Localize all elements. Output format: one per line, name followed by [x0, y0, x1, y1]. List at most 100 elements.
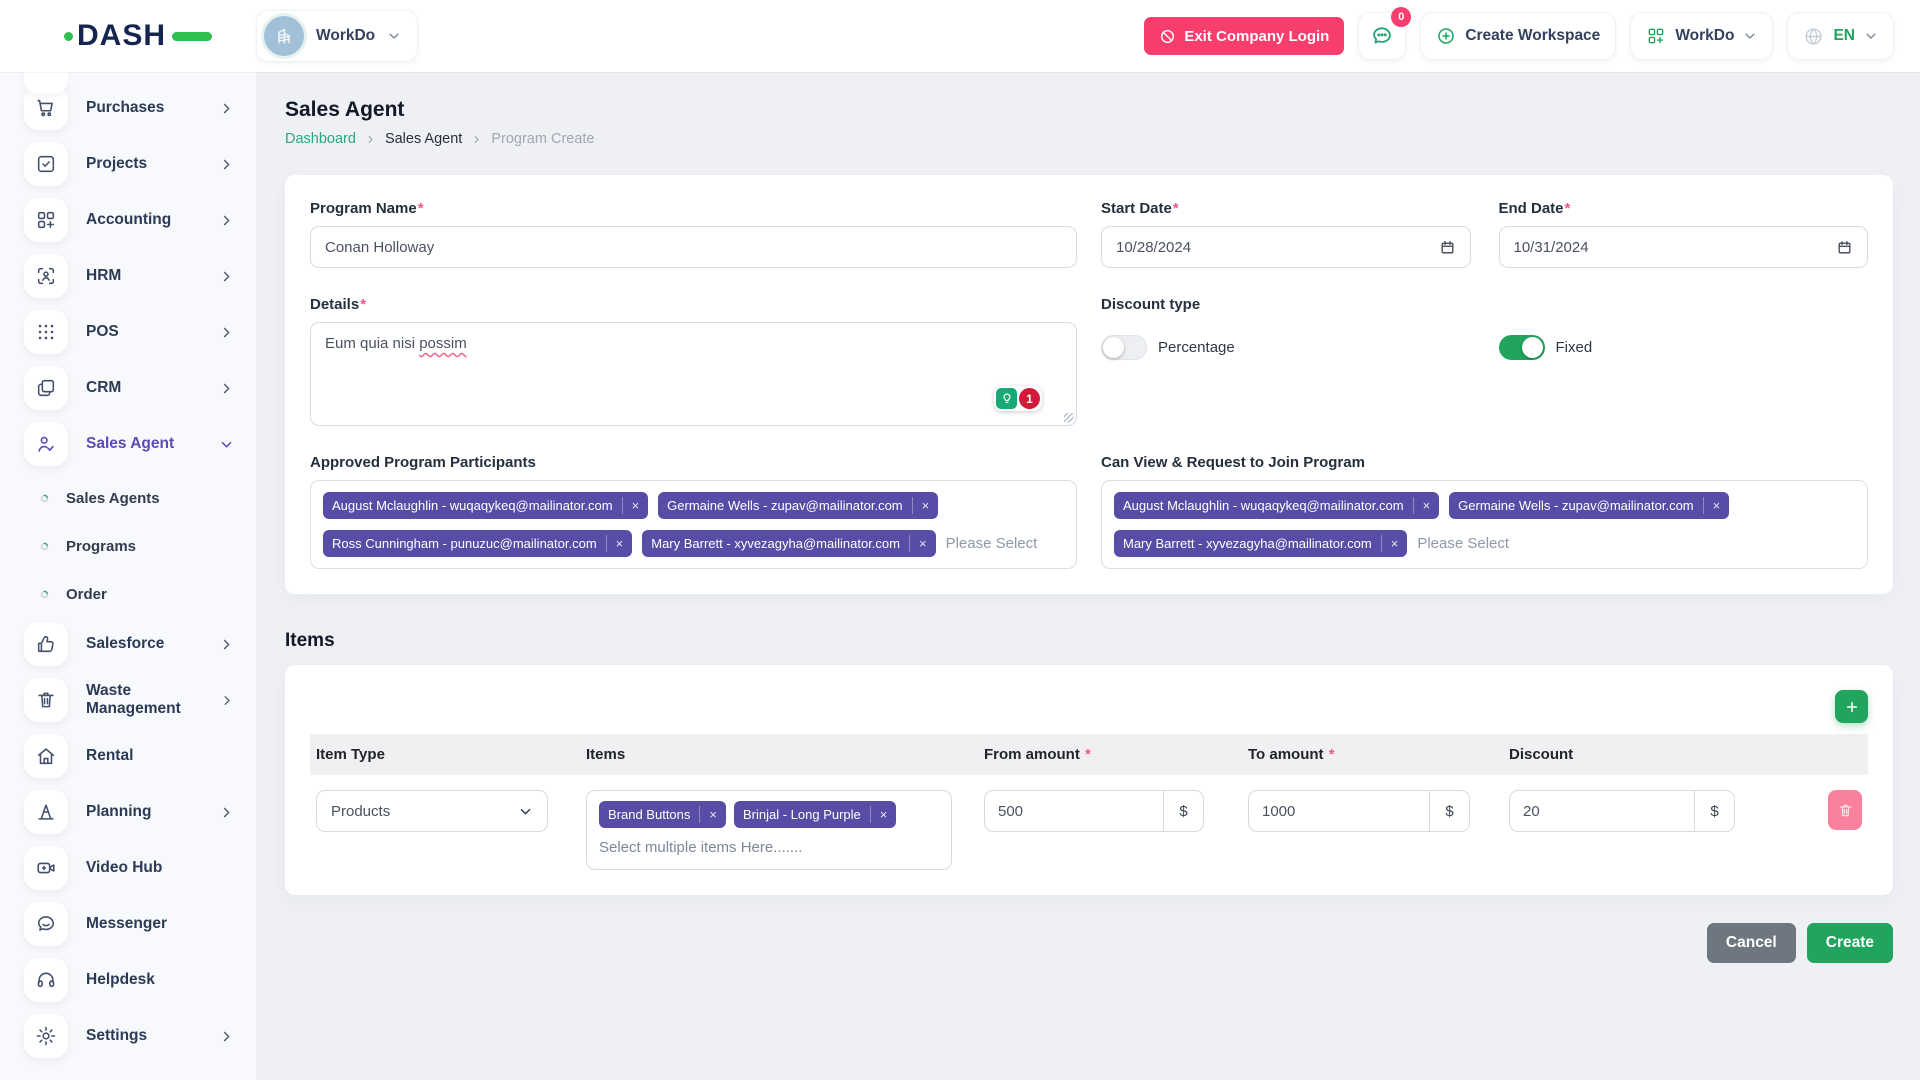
remove-tag-icon[interactable]: × — [1381, 535, 1399, 552]
calendar-icon[interactable] — [1439, 239, 1456, 256]
exit-button-label: Exit Company Login — [1184, 28, 1329, 45]
calendar-icon[interactable] — [1836, 239, 1853, 256]
toggle-switch[interactable] — [1101, 335, 1147, 360]
discount-input[interactable]: 20 — [1510, 791, 1694, 831]
sidebar-item[interactable]: Helpdesk — [24, 958, 238, 1002]
sidebar-item-label: Helpdesk — [86, 971, 155, 989]
start-date-input[interactable]: 10/28/2024 — [1101, 226, 1471, 268]
program-name-input[interactable]: Conan Holloway — [310, 226, 1077, 268]
sidebar-item[interactable]: Sales Agent — [24, 422, 238, 466]
ban-icon — [1159, 28, 1176, 45]
suggestion-bulb-icon[interactable] — [996, 388, 1017, 409]
suggestions-count-badge[interactable]: 1 — [1019, 388, 1040, 409]
discount-type-toggle[interactable]: Fixed — [1499, 335, 1869, 360]
sidebar-item[interactable]: Rental — [24, 734, 238, 778]
sidebar-item[interactable]: Sales Agents — [24, 478, 238, 518]
can-view-select[interactable]: August Mclaughlin - wuqaqykeq@mailinator… — [1101, 480, 1868, 569]
sidebar-item[interactable]: Programs — [24, 526, 238, 566]
discount-type-options: Percentage Fixed — [1101, 335, 1868, 360]
remove-tag-icon[interactable]: × — [622, 497, 640, 514]
add-item-row-button[interactable] — [1835, 690, 1868, 723]
sidebar-item-label: Planning — [86, 803, 151, 821]
tag-label: Mary Barrett - xyvezagyha@mailinator.com — [1123, 535, 1372, 552]
required-mark: * — [1085, 746, 1091, 763]
sidebar-item[interactable]: Salesforce — [24, 622, 238, 666]
required-mark: * — [418, 200, 424, 217]
sidebar-item[interactable]: Messenger — [24, 902, 238, 946]
create-button[interactable]: Create — [1807, 923, 1893, 963]
item-row: Products Brand Buttons × Brinjal - Long P… — [310, 790, 1868, 870]
remove-tag-icon[interactable]: × — [606, 535, 624, 552]
end-date-field: End Date* 10/31/2024 — [1499, 200, 1869, 268]
select-placeholder: Please Select — [946, 535, 1038, 552]
exit-company-login-button[interactable]: Exit Company Login — [1144, 17, 1344, 55]
language-selector[interactable]: EN — [1787, 12, 1894, 60]
approved-participants-label: Approved Program Participants — [310, 454, 1077, 471]
sidebar-item[interactable]: Video Hub — [24, 846, 238, 890]
chevron-icon — [219, 805, 234, 820]
sidebar-item[interactable]: Projects — [24, 142, 238, 186]
item-tag: Brinjal - Long Purple× — [734, 801, 896, 828]
sidebar-item[interactable]: Planning — [24, 790, 238, 834]
sidebar-item-label: Order — [66, 586, 107, 603]
language-label: EN — [1833, 27, 1855, 45]
app-logo[interactable]: DASH — [0, 19, 256, 53]
sidebar-item-label: Projects — [86, 155, 147, 173]
breadcrumb-sales-agent[interactable]: Sales Agent — [385, 131, 462, 147]
chevron-icon — [219, 157, 234, 172]
discount-type-toggle[interactable]: Percentage — [1101, 335, 1471, 360]
workspace-menu[interactable]: WorkDo — [1630, 12, 1773, 60]
start-date-value: 10/28/2024 — [1116, 239, 1191, 256]
toggle-switch[interactable] — [1499, 335, 1545, 360]
tag-label: Germaine Wells - zupav@mailinator.com — [667, 497, 902, 514]
company-switcher[interactable]: WorkDo — [256, 10, 418, 62]
approved-participants-select[interactable]: August Mclaughlin - wuqaqykeq@mailinator… — [310, 480, 1077, 569]
remove-tag-icon[interactable]: × — [909, 535, 927, 552]
remove-tag-icon[interactable]: × — [1703, 497, 1721, 514]
chat-dots-icon — [1370, 24, 1394, 48]
cancel-button[interactable]: Cancel — [1707, 923, 1796, 963]
tag-label: August Mclaughlin - wuqaqykeq@mailinator… — [1123, 497, 1404, 514]
breadcrumb: Dashboard Sales Agent Program Create — [285, 131, 1893, 147]
start-date-field: Start Date* 10/28/2024 — [1101, 200, 1471, 268]
sidebar-item[interactable]: Order — [24, 574, 238, 614]
breadcrumb-separator-icon — [471, 134, 482, 145]
tag-label: Brand Buttons — [608, 806, 690, 823]
remove-tag-icon[interactable]: × — [699, 806, 717, 823]
details-textarea[interactable]: Eum quia nisi possim 1 — [310, 322, 1077, 426]
from-amount-input[interactable]: 500 — [985, 791, 1163, 831]
remove-tag-icon[interactable]: × — [912, 497, 930, 514]
chevron-icon — [220, 693, 234, 708]
trash-icon — [1837, 802, 1854, 819]
sidebar-item-label: HRM — [86, 267, 121, 285]
end-date-input[interactable]: 10/31/2024 — [1499, 226, 1869, 268]
sidebar-item-label: Messenger — [86, 915, 167, 933]
sidebar-item-label: Accounting — [86, 211, 171, 229]
required-mark: * — [1565, 200, 1571, 217]
end-date-value: 10/31/2024 — [1514, 239, 1589, 256]
remove-tag-icon[interactable]: × — [870, 806, 888, 823]
tag-label: August Mclaughlin - wuqaqykeq@mailinator… — [332, 497, 613, 514]
sidebar-item[interactable]: Accounting — [24, 198, 238, 242]
sidebar-item[interactable]: HRM — [24, 254, 238, 298]
messages-button[interactable]: 0 — [1358, 12, 1406, 60]
sidebar-item[interactable]: CRM — [24, 366, 238, 410]
column-header-item-type: Item Type — [316, 746, 548, 763]
to-amount-input[interactable]: 1000 — [1249, 791, 1429, 831]
grid-plus-icon — [1646, 26, 1666, 46]
writing-assistant-widget[interactable]: 1 — [994, 386, 1042, 411]
items-multiselect[interactable]: Brand Buttons× Brinjal - Long Purple× Se… — [586, 790, 952, 870]
breadcrumb-current: Program Create — [491, 131, 594, 147]
sidebar-item[interactable]: Settings — [24, 1014, 238, 1058]
chevron-icon — [219, 381, 234, 396]
start-date-label: Start Date* — [1101, 200, 1471, 217]
sidebar-item[interactable]: Waste Management — [24, 678, 238, 722]
subitem-bullet-icon — [38, 492, 51, 505]
remove-tag-icon[interactable]: × — [1413, 497, 1431, 514]
sidebar-item[interactable]: POS — [24, 310, 238, 354]
breadcrumb-dashboard-link[interactable]: Dashboard — [285, 131, 356, 147]
create-workspace-button[interactable]: Create Workspace — [1420, 12, 1616, 60]
details-misspelled-word: possim — [419, 335, 467, 352]
item-type-select[interactable]: Products — [316, 790, 548, 832]
delete-row-button[interactable] — [1828, 790, 1862, 830]
